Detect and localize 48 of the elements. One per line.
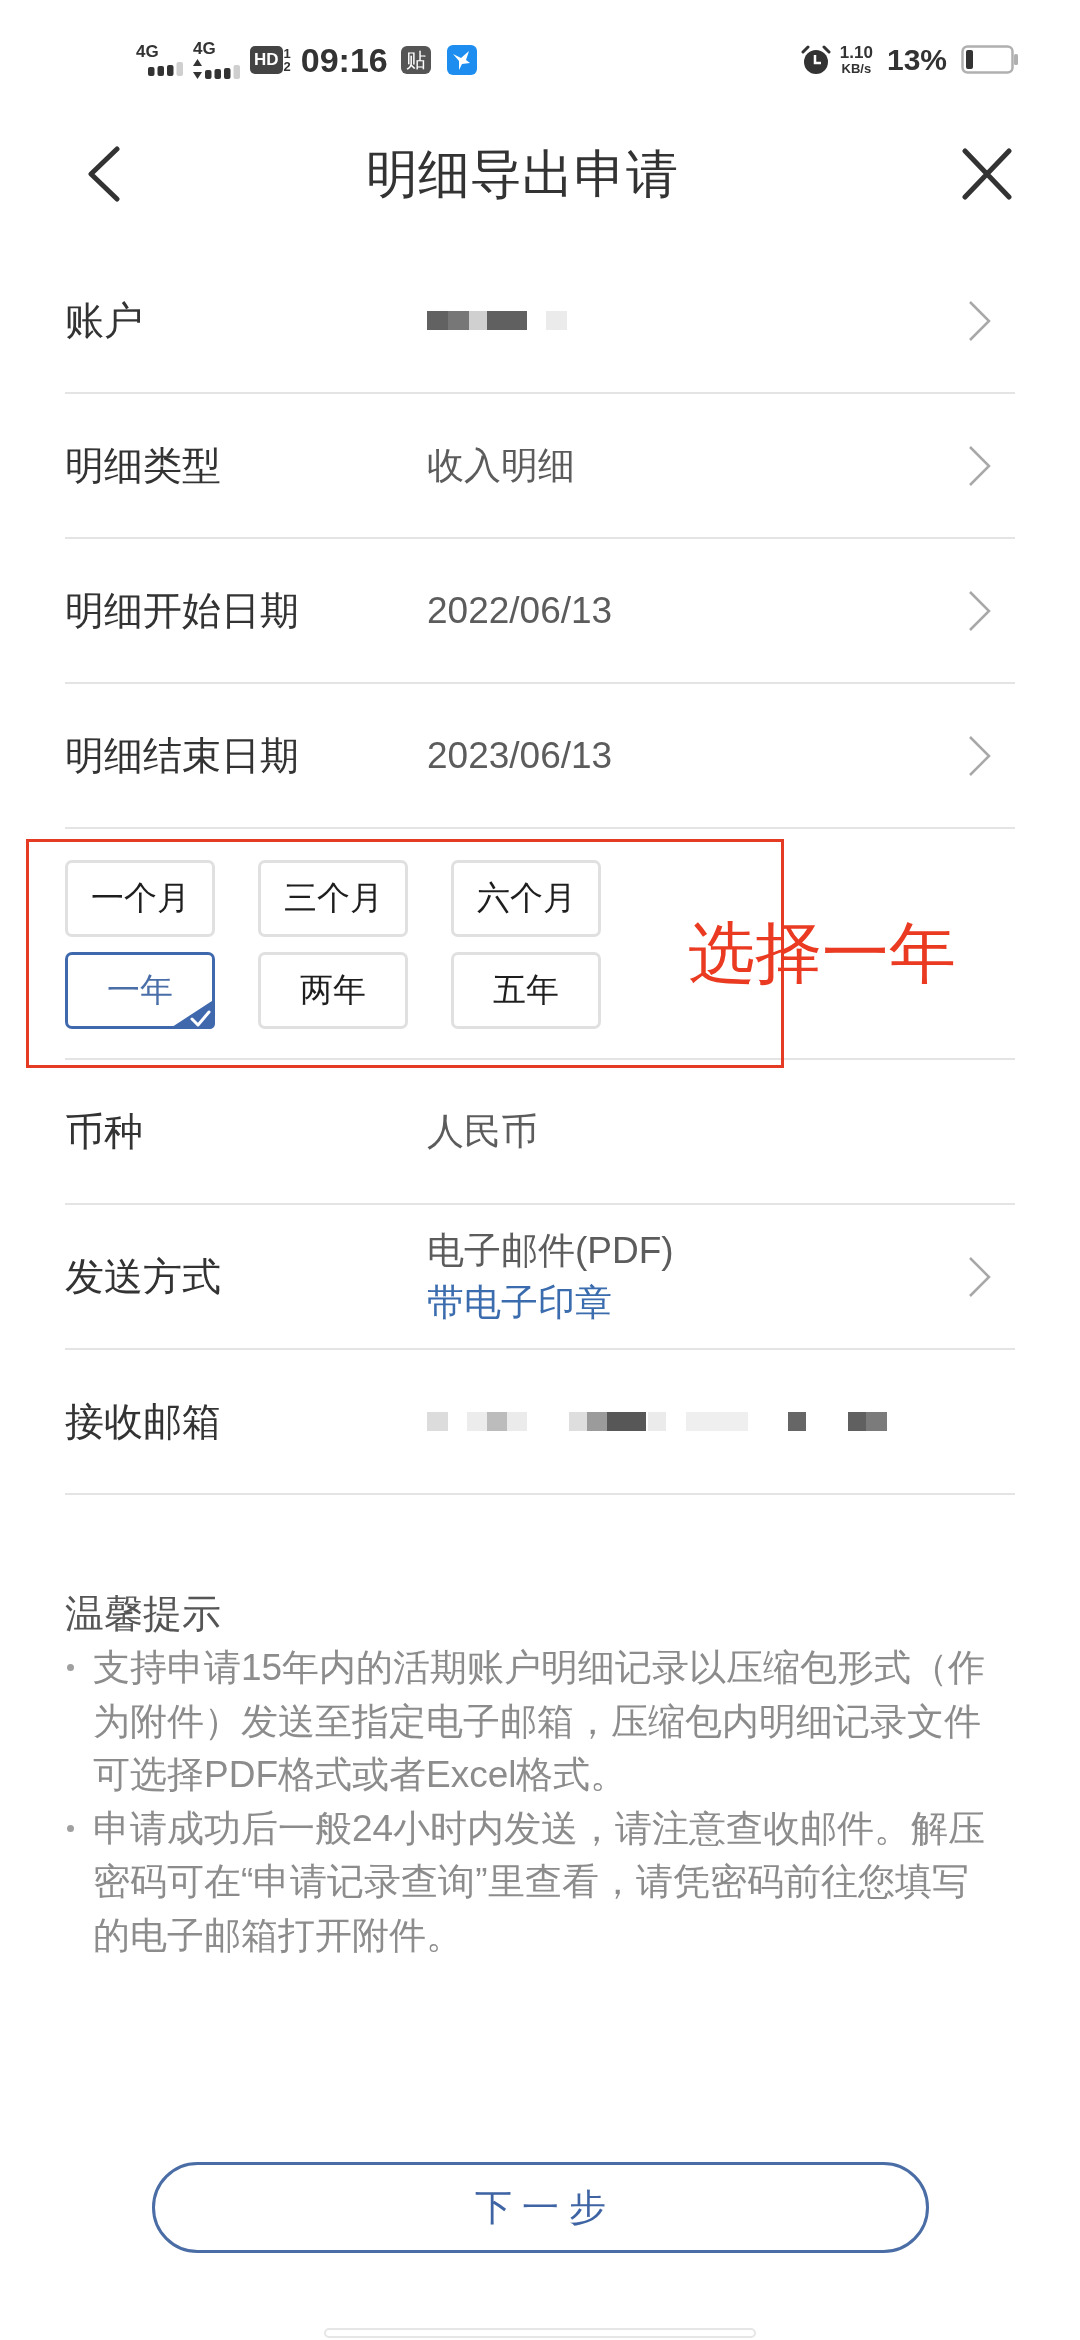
battery-icon (961, 45, 1018, 74)
field-value: 2023/06/13 (427, 733, 613, 778)
field-value: 人民币 (427, 1109, 538, 1154)
signal-icon (205, 64, 240, 79)
chevron-right-icon[interactable] (968, 444, 992, 487)
period-option[interactable]: 一个月 (65, 860, 215, 937)
field-label: 账户 (65, 297, 144, 344)
chevron-right-icon[interactable] (968, 1255, 992, 1298)
seal-note: 带电子印章 (427, 1280, 612, 1325)
next-button[interactable]: 下一步 (151, 2162, 929, 2253)
signal-icon (148, 61, 183, 76)
sim-number: 2 (283, 59, 291, 73)
network-type-label: 4G (193, 40, 216, 57)
chevron-right-icon[interactable] (968, 589, 992, 632)
field-label: 明细开始日期 (65, 587, 300, 634)
field-label: 发送方式 (65, 1253, 222, 1300)
clock-time: 09:16 (300, 39, 388, 80)
field-label: 接收邮箱 (65, 1398, 222, 1445)
alarm-clock-icon (800, 44, 831, 75)
tip-text: 申请成功后一般24小时内发送，请注意查收邮件。解压密码可在“申请记录查询”里查看，请凭密码前往您填写的电子邮箱打开附件。 (93, 1806, 987, 1958)
bullet-icon (67, 1664, 74, 1671)
field-value: 2022/06/13 (427, 588, 613, 633)
speed-unit: KB/s (841, 61, 872, 76)
chevron-right-icon[interactable] (968, 299, 992, 342)
tip-text: 支持申请15年内的活期账户明细记录以压缩包形式（作为附件）发送至指定电子邮箱，压缩包内明细记录文件可选择PDF格式或者Excel格式。 (93, 1646, 987, 1797)
period-option[interactable]: 一年 (65, 952, 215, 1029)
page-title: 明细导出申请 (366, 144, 678, 204)
tips-title: 温馨提示 (65, 1591, 221, 1637)
field-label: 明细类型 (65, 442, 222, 489)
field-label: 明细结束日期 (65, 732, 300, 779)
back-icon[interactable] (86, 146, 120, 202)
network-speed: 1.10 (839, 43, 873, 62)
network-type-label: 4G (136, 43, 159, 60)
hd-badge: HD (250, 45, 283, 74)
period-option[interactable]: 六个月 (451, 860, 601, 937)
field-label: 币种 (65, 1108, 144, 1155)
chevron-right-icon[interactable] (968, 734, 992, 777)
close-icon[interactable] (962, 148, 1012, 200)
period-option[interactable]: 两年 (258, 952, 408, 1029)
battery-percent: 13% (886, 42, 947, 77)
bullet-icon (67, 1824, 74, 1832)
app-icon (446, 44, 477, 75)
notification-badge: 贴 (400, 45, 431, 74)
sim-number: 1 (283, 46, 291, 60)
field-value: 收入明细 (427, 443, 575, 488)
period-option[interactable]: 五年 (451, 952, 601, 1029)
period-option[interactable]: 三个月 (258, 860, 408, 937)
field-value: 电子邮件(PDF) (427, 1228, 674, 1273)
